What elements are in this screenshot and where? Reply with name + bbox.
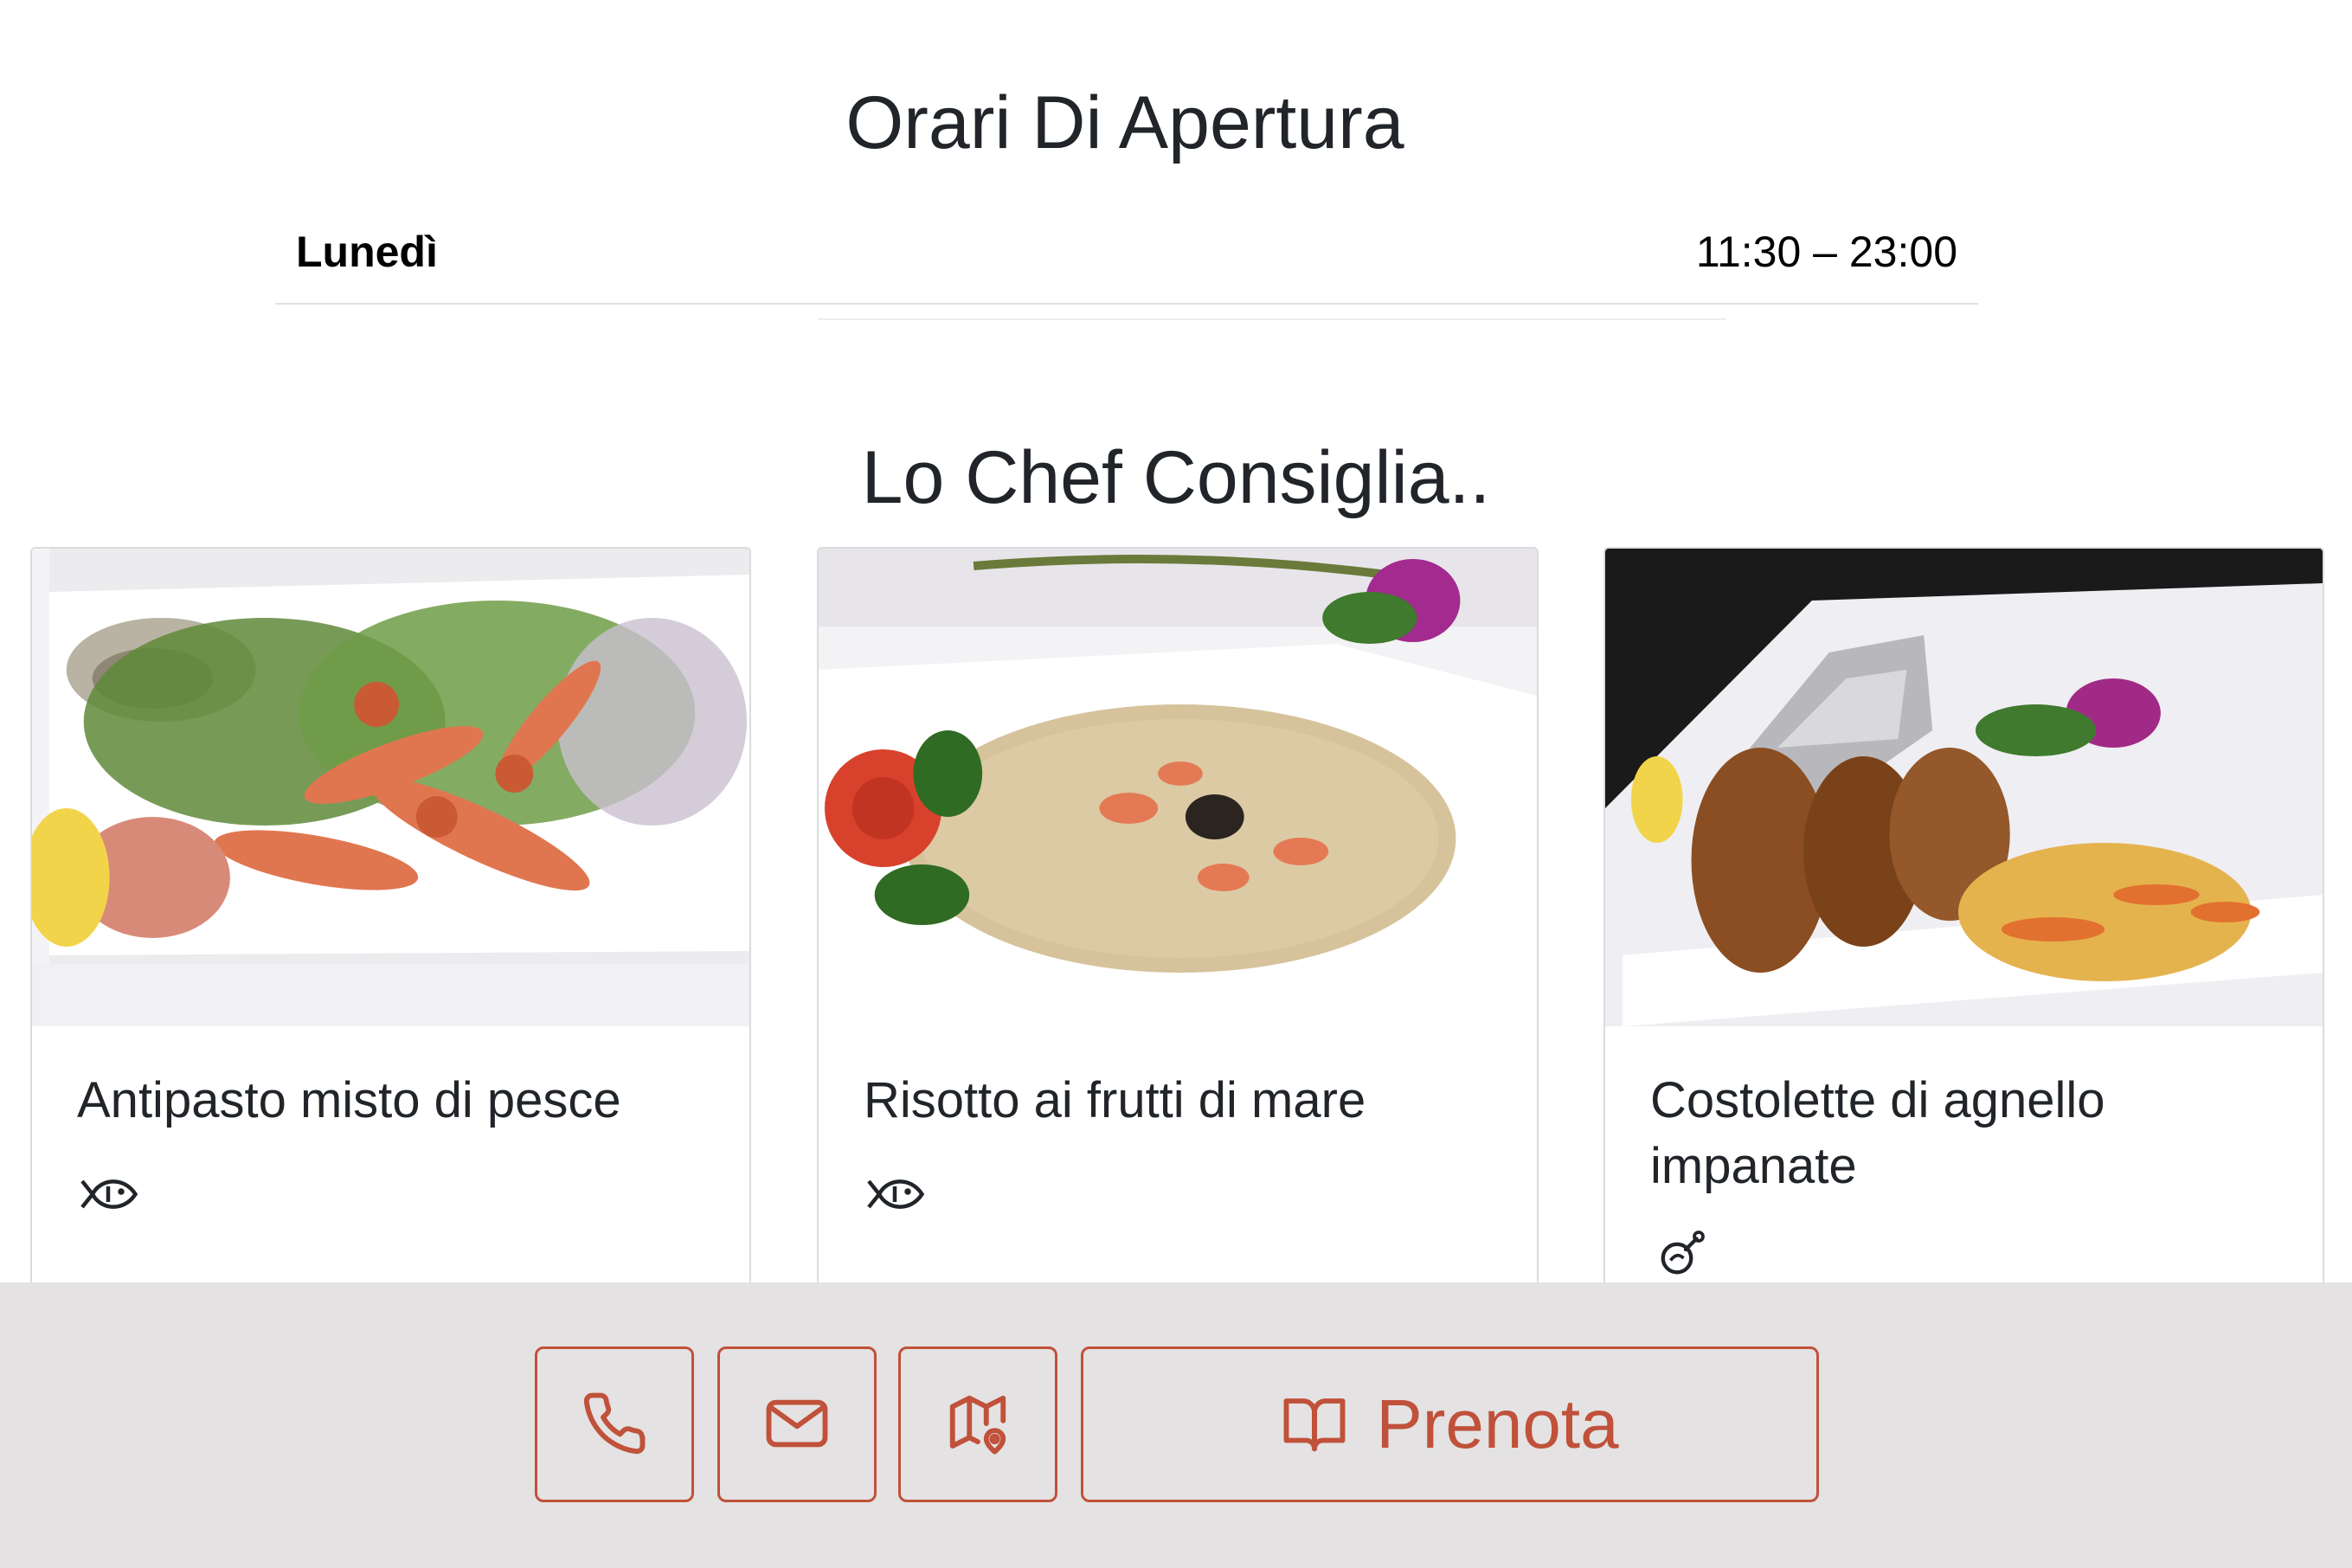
phone-icon <box>581 1390 648 1460</box>
book-open-icon <box>1281 1390 1348 1460</box>
dish-image-antipasto <box>32 549 749 1026</box>
meat-drumstick-icon <box>1650 1228 1713 1280</box>
map-button[interactable] <box>898 1346 1057 1502</box>
dish-title: Costolette di agnello impanate <box>1650 1072 2105 1194</box>
call-button[interactable] <box>535 1346 694 1502</box>
opening-hours-row: Lunedì 11:30 – 23:00 <box>275 216 1978 305</box>
dish-title: Risotto ai frutti di mare <box>864 1072 1366 1128</box>
map-pin-icon <box>944 1390 1012 1460</box>
dish-card[interactable]: Risotto ai frutti di mare <box>817 547 1539 1326</box>
chef-recommends-title: Lo Chef Consiglia.. <box>861 436 1491 519</box>
dish-title: Antipasto misto di pesce <box>77 1072 621 1128</box>
mail-icon <box>763 1390 831 1460</box>
time-range: 11:30 – 23:00 <box>1695 228 1957 276</box>
action-bar: Prenota <box>0 1282 2352 1568</box>
day-label: Lunedì <box>296 228 438 276</box>
opening-hours-title: Orari Di Apertura <box>845 81 1404 164</box>
book-button-label: Prenota <box>1376 1385 1619 1462</box>
dish-image-costolette <box>1605 549 2323 1026</box>
dish-card[interactable]: Costolette di agnello impanate <box>1603 547 2324 1326</box>
fish-icon <box>77 1168 139 1220</box>
email-button[interactable] <box>717 1346 877 1502</box>
dish-image-risotto <box>819 549 1537 1026</box>
dish-card[interactable]: Antipasto misto di pesce <box>30 547 751 1326</box>
section-divider <box>818 318 1726 320</box>
fish-icon <box>864 1168 926 1220</box>
book-button[interactable]: Prenota <box>1081 1346 1819 1502</box>
page: Orari Di Apertura Lunedì 11:30 – 23:00 L… <box>0 0 2352 1568</box>
